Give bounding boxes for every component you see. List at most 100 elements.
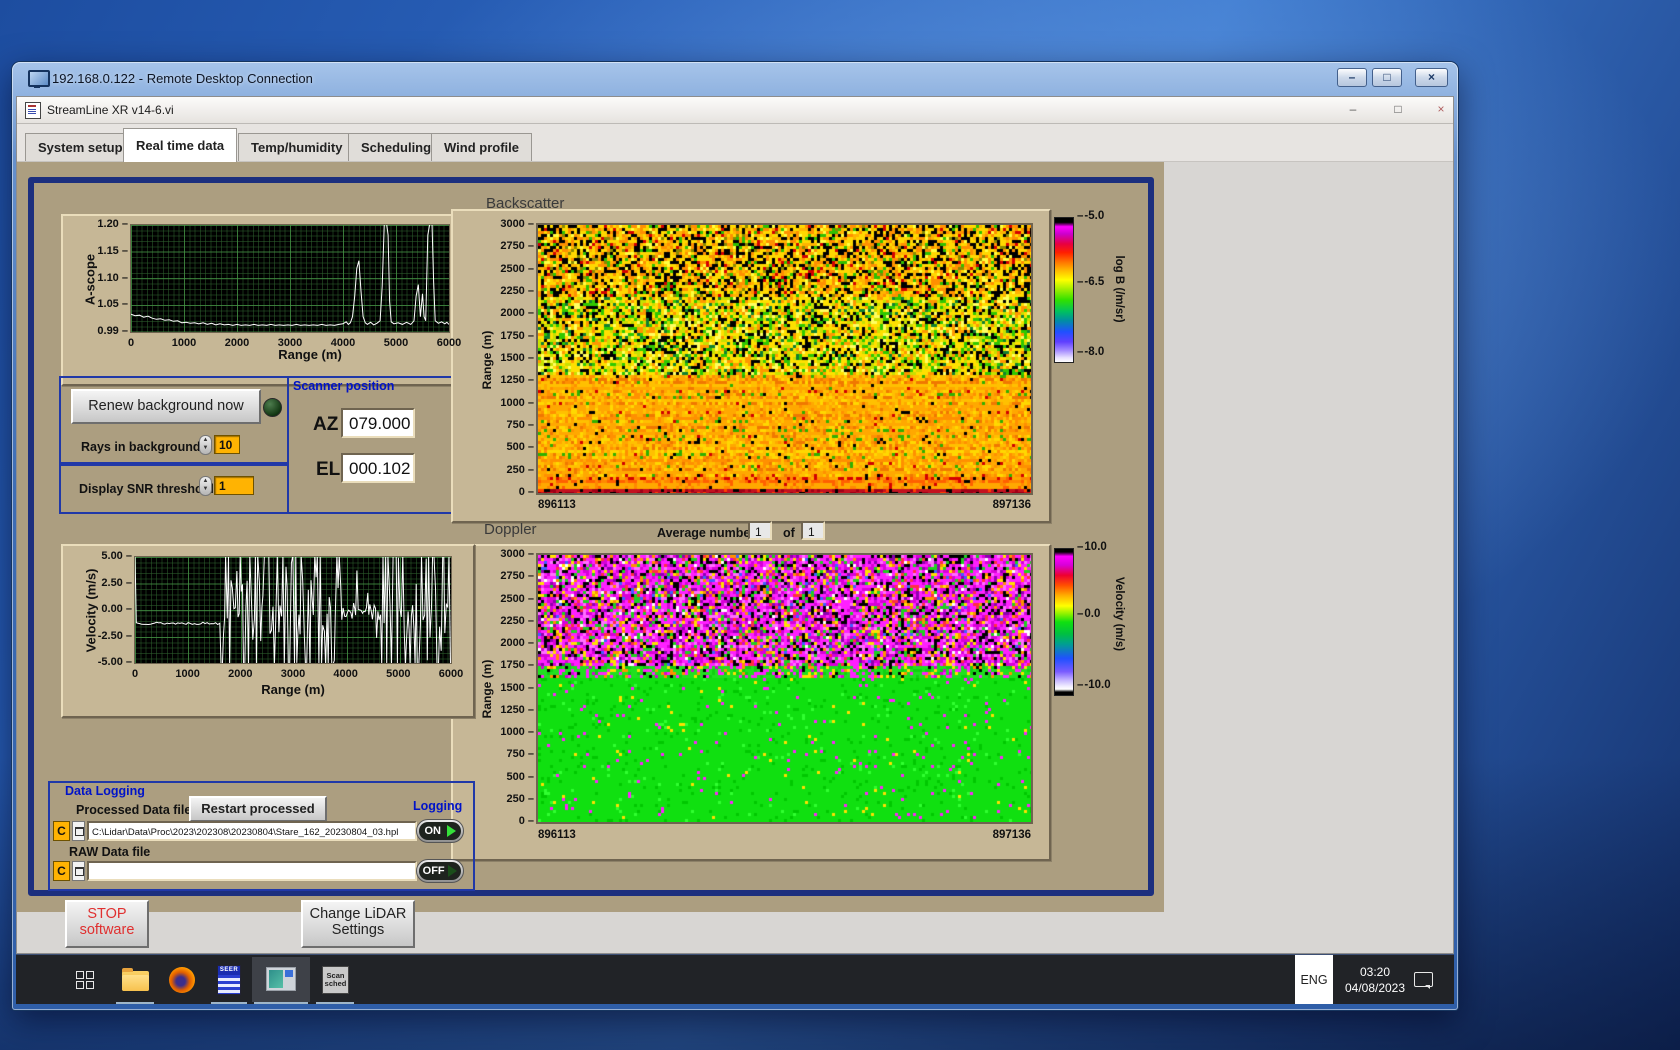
average-number-field[interactable]: 1 (748, 521, 772, 540)
axis-tick-label: 3000 (280, 668, 306, 680)
axis-tick-label: 1.20 (83, 218, 128, 230)
streamline-app-window: StreamLine XR v14-6.vi – □ × System setu… (16, 96, 1454, 954)
axis-tick-label: 2500 (489, 263, 534, 275)
ascope-xlabel: Range (m) (278, 347, 342, 362)
rays-value-field[interactable]: 10 (214, 435, 240, 454)
tab-real-time-data[interactable]: Real time data (123, 128, 238, 162)
tab-strip: System setup Real time data Temp/humidit… (17, 124, 1453, 162)
tab-scheduling[interactable]: Scheduling (348, 133, 445, 161)
axis-tick-label: 4000 (330, 337, 356, 349)
processed-drive-selector[interactable]: C (53, 821, 70, 841)
backscatter-colorbar (1054, 217, 1074, 363)
average-total-field[interactable]: 1 (801, 521, 825, 540)
seer-running-indicator (211, 1002, 247, 1004)
axis-tick-label: 750 (489, 419, 534, 431)
start-button[interactable] (76, 971, 95, 990)
axis-tick-label: 2000 (228, 668, 253, 680)
snr-spinner[interactable]: ▲ ▼ (199, 476, 212, 496)
axis-tick-label: 6000 (438, 668, 464, 680)
scan-scheduler-icon[interactable]: Scan sched (322, 966, 349, 994)
processed-browse-icon[interactable] (72, 821, 85, 841)
raw-drive-selector[interactable]: C (53, 861, 70, 881)
backscatter-heatmap (536, 223, 1033, 495)
axis-tick-label: 3000 (277, 337, 303, 349)
colorbar-tick-label: -5.0 (1077, 210, 1104, 222)
axis-tick-label: 750 (489, 748, 534, 760)
axis-tick-label: 1250 (489, 374, 534, 386)
firefox-icon[interactable] (169, 967, 195, 993)
doppler-colorbar (1054, 548, 1074, 696)
average-of-label: of (783, 526, 795, 540)
data-logging-title: Data Logging (65, 784, 145, 798)
axis-tick-label: 3000 (489, 548, 534, 560)
axis-tick-label: 1750 (489, 659, 534, 671)
scansched-running-indicator (316, 1002, 354, 1004)
rays-spinner[interactable]: ▲ ▼ (199, 435, 212, 455)
app-minimize-button[interactable]: – (1338, 101, 1368, 118)
remote-desktop-icon (28, 70, 50, 88)
change-line1: Change LiDAR (309, 906, 407, 922)
az-value-field[interactable]: 079.000 (341, 408, 415, 438)
processed-data-file-label: Processed Data file (76, 803, 192, 817)
close-button[interactable]: × (1415, 68, 1448, 87)
tab-system-setup[interactable]: System setup (25, 133, 136, 161)
tab-wind-profile[interactable]: Wind profile (431, 133, 532, 161)
maximize-button[interactable]: □ (1372, 68, 1402, 87)
scanner-position-box (287, 376, 471, 514)
axis-tick-label: 0 (489, 486, 534, 498)
stop-software-button[interactable]: STOP software (65, 900, 149, 948)
raw-path-field[interactable] (87, 861, 417, 881)
axis-tick-label: 250 (489, 464, 534, 476)
vi-app-icon (25, 102, 41, 119)
snr-value-field[interactable]: 1 (214, 476, 254, 495)
clock-time[interactable]: 03:20 (1340, 965, 1410, 979)
axis-tick-label: -5.00 (87, 656, 132, 668)
axis-tick-label: 2750 (489, 240, 534, 252)
app-close-button[interactable]: × (1426, 101, 1453, 118)
raw-browse-icon[interactable] (72, 861, 85, 881)
file-explorer-icon[interactable] (122, 968, 149, 991)
el-value-field[interactable]: 000.102 (341, 453, 415, 483)
active-running-indicator (254, 1002, 308, 1004)
snr-threshold-label: Display SNR threshold (79, 482, 214, 496)
axis-tick-label: 0.99 (83, 325, 128, 337)
active-app-taskbar-button[interactable] (252, 957, 310, 1002)
doppler-title: Doppler (484, 521, 537, 538)
axis-tick-label: 2.50 (87, 577, 132, 589)
axis-tick-label: 1000 (489, 397, 534, 409)
axis-tick-label: 1250 (489, 704, 534, 716)
off-led-icon (448, 865, 458, 877)
minimize-button[interactable]: – (1337, 68, 1367, 87)
axis-tick-label: 3000 (489, 218, 534, 230)
streamline-taskbar-icon (266, 967, 296, 991)
axis-tick-label: 0 (489, 815, 534, 827)
change-lidar-settings-button[interactable]: Change LiDAR Settings (301, 900, 415, 948)
restart-processed-file-button[interactable]: Restart processed file (189, 796, 327, 838)
renew-background-button[interactable]: Renew background now (71, 389, 261, 424)
clock-date[interactable]: 04/08/2023 (1335, 981, 1415, 995)
raw-logging-toggle[interactable]: OFF (416, 859, 464, 883)
language-indicator[interactable]: ENG (1295, 955, 1333, 1004)
off-label: OFF (422, 865, 445, 877)
rdp-titlebar[interactable]: 192.168.0.122 - Remote Desktop Connectio… (16, 62, 1454, 96)
ascope-plot (130, 224, 450, 333)
app-window-title: StreamLine XR v14-6.vi (47, 103, 174, 117)
az-label: AZ (313, 414, 339, 435)
processed-path-field[interactable]: C:\Lidar\Data\Proc\2023\202308\20230804\… (87, 821, 417, 841)
colorbar-tick-label: 0.0 (1077, 608, 1100, 620)
notification-center-icon[interactable] (1414, 972, 1433, 989)
app-restore-button[interactable]: □ (1383, 101, 1413, 118)
seer-app-icon[interactable]: SEER (217, 965, 241, 995)
backscatter-colorbar-label: log B (/m/sr) (1113, 255, 1125, 323)
app-titlebar[interactable]: StreamLine XR v14-6.vi – □ × (17, 97, 1453, 124)
axis-tick-label: 1500 (489, 352, 534, 364)
processed-logging-toggle[interactable]: ON (416, 819, 464, 843)
on-led-icon (446, 825, 456, 837)
axis-tick-label: 1000 (175, 668, 200, 680)
colorbar-tick-label: 10.0 (1077, 541, 1106, 553)
tab-temp-humidity[interactable]: Temp/humidity (238, 133, 356, 161)
axis-tick-label: 0.00 (87, 603, 132, 615)
average-number-label: Average number (657, 526, 756, 540)
axis-tick-label: 500 (489, 441, 534, 453)
axis-tick-label: 1500 (489, 682, 534, 694)
